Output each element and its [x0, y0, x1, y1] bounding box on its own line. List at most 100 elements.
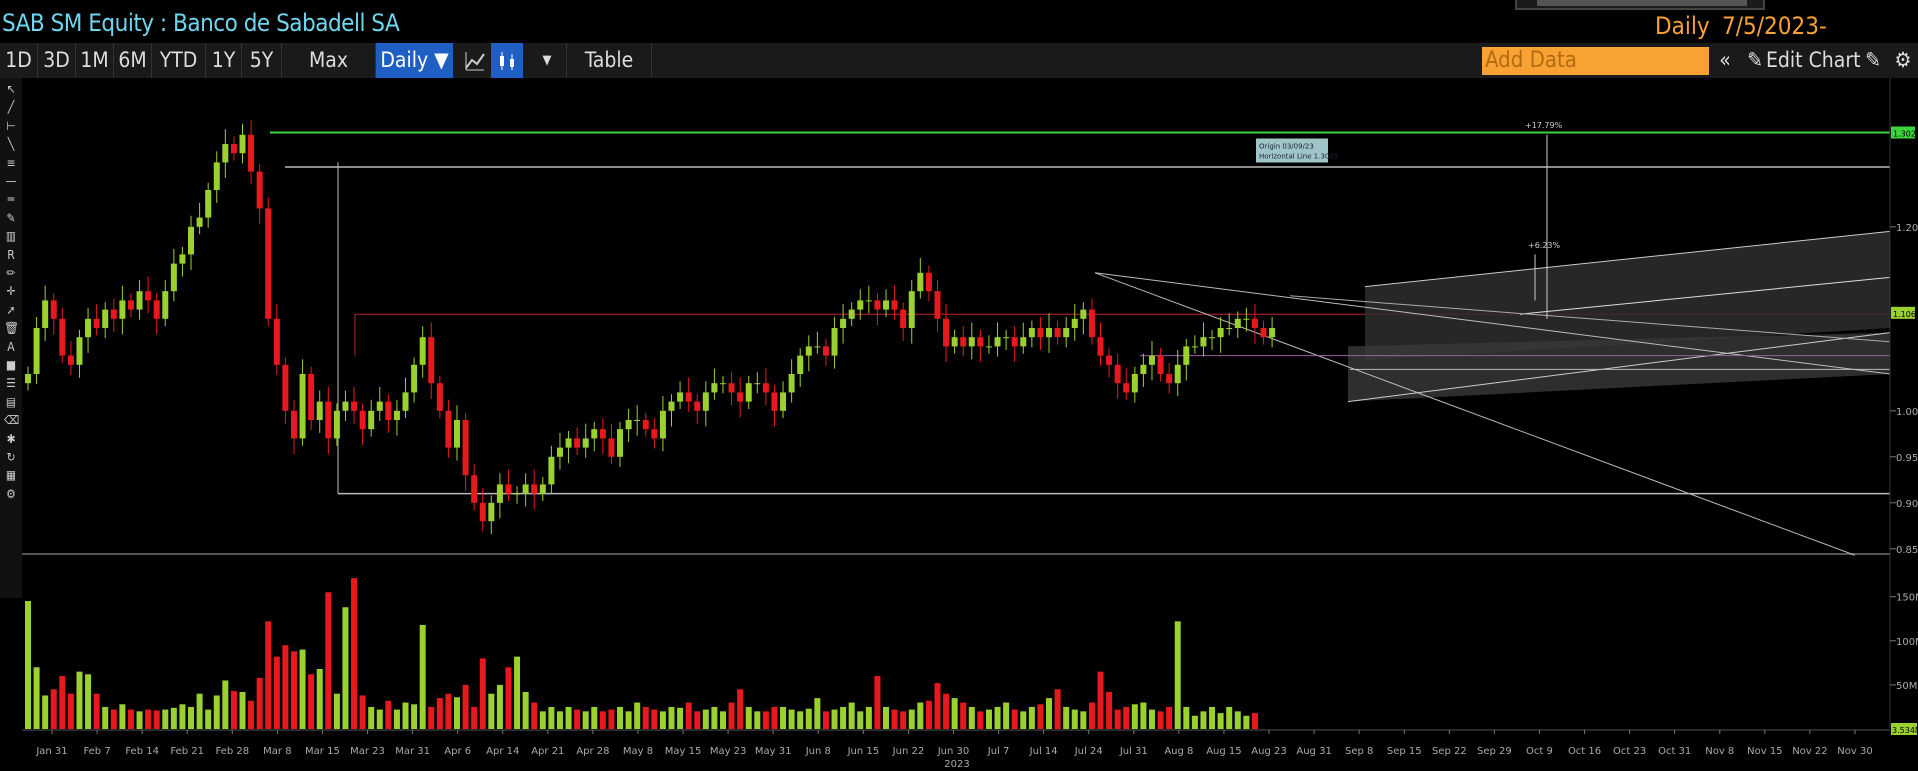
volume-bar: [67, 693, 74, 729]
mini-scrollbar-thumb[interactable]: [1537, 0, 1747, 6]
volume-tick-label: 150M: [1896, 593, 1918, 604]
volume-bar: [1037, 704, 1044, 729]
candle-body: [299, 374, 306, 439]
line-chart-icon[interactable]: [460, 43, 490, 78]
period-5y-button[interactable]: 5Y: [242, 43, 282, 78]
candle-body: [814, 346, 821, 348]
candle-body: [1140, 364, 1147, 374]
candle-body: [968, 337, 975, 347]
period-ytd-button[interactable]: YTD: [152, 43, 206, 78]
edit-icon[interactable]: ✎: [1858, 43, 1888, 78]
candle-body: [1003, 337, 1010, 339]
candle-body: [788, 374, 795, 393]
volume-bar: [977, 711, 984, 729]
volume-bar: [900, 711, 907, 729]
volume-bar: [617, 706, 624, 729]
drawing-overlays: +17.79% +6.23% Origin 03/09/23 Horizontal L…: [270, 121, 1918, 735]
volume-bar: [780, 706, 787, 729]
x-tick-label: Feb 28: [215, 746, 249, 757]
volume-bar: [411, 704, 418, 729]
price-tick-label: 0.95: [1896, 453, 1918, 464]
volume-bar: [196, 693, 203, 729]
volume-bar: [1063, 706, 1070, 729]
period-1m-button[interactable]: 1M: [76, 43, 114, 78]
period-1d-button[interactable]: 1D: [0, 43, 38, 78]
edit-chart-pencil-icon[interactable]: ✎: [1742, 43, 1768, 78]
candle-body: [33, 328, 40, 374]
edit-chart-button[interactable]: Edit Chart: [1766, 43, 1870, 78]
volume-bar: [25, 601, 31, 729]
security-title: SAB SM Equity : Banco de Sabadell SA: [2, 9, 400, 37]
volume-bar: [428, 706, 435, 729]
candle-body: [42, 300, 49, 328]
volume-bar: [316, 669, 323, 729]
chart-type-dropdown-icon[interactable]: ▼: [534, 43, 560, 78]
x-tick-label: Oct 9: [1526, 746, 1553, 757]
volume-bar: [1243, 715, 1250, 729]
period-1y-button[interactable]: 1Y: [206, 43, 242, 78]
volume-bar: [788, 709, 795, 729]
period-3d-button[interactable]: 3D: [38, 43, 76, 78]
period-6m-button[interactable]: 6M: [114, 43, 152, 78]
candle-body: [908, 291, 915, 328]
x-tick-label: Sep 8: [1345, 746, 1373, 757]
candle-body: [874, 300, 881, 310]
candle-body: [333, 410, 340, 439]
frequency-dropdown[interactable]: Daily ▼: [376, 43, 453, 78]
volume-bar: [1028, 706, 1035, 729]
candle-body: [1037, 328, 1044, 338]
volume-bar: [651, 709, 658, 729]
candle-body: [925, 272, 932, 292]
volume-bar: [1131, 704, 1138, 729]
gear-icon[interactable]: ⚙: [1888, 43, 1918, 78]
candlestick-icon[interactable]: [491, 43, 523, 78]
volume-bar: [239, 691, 246, 729]
x-tick-label: May 31: [755, 746, 792, 757]
volume-bar: [505, 667, 512, 729]
candle-body: [608, 438, 615, 457]
candle-body: [76, 337, 83, 365]
volume-bar: [805, 708, 812, 729]
volume-bar: [865, 706, 872, 729]
mini-scrollbar[interactable]: [1515, 0, 1765, 10]
x-tick-label: Aug 15: [1206, 746, 1241, 757]
x-tick-label: Sep 29: [1477, 746, 1512, 757]
candle-body: [67, 355, 74, 365]
x-tick-label: Feb 7: [83, 746, 110, 757]
volume-tick-label: 50M: [1896, 681, 1917, 692]
volume-bar: [213, 695, 220, 729]
volume-bar: [119, 704, 126, 729]
price-chart[interactable]: +17.79% +6.23% Origin 03/09/23 Horizontal L…: [0, 78, 1918, 771]
volume-bar: [248, 700, 255, 729]
candle-body: [428, 337, 435, 384]
candle-body: [917, 272, 924, 292]
x-tick-label: Feb 21: [170, 746, 204, 757]
candle-body: [376, 401, 383, 411]
x-tick-label: Jun 8: [805, 746, 831, 757]
add-data-input[interactable]: Add Data: [1482, 47, 1709, 75]
volume-bar: [822, 711, 829, 729]
candle-body: [1243, 318, 1250, 320]
candle-body: [883, 300, 889, 310]
candle-body: [316, 401, 323, 420]
candle-body: [951, 337, 958, 347]
price-tick-label: 0.85: [1896, 545, 1918, 556]
table-button[interactable]: Table: [566, 43, 652, 78]
period-max-button[interactable]: Max: [282, 43, 376, 78]
candle-body: [582, 438, 589, 448]
candle-body: [1088, 309, 1095, 338]
pct-high-label: +17.79%: [1525, 121, 1563, 130]
candle-body: [857, 300, 864, 310]
x-tick-label: Mar 8: [263, 746, 291, 757]
x-tick-label: Nov 8: [1705, 746, 1734, 757]
volume-bar: [719, 711, 726, 729]
candle-body: [711, 383, 718, 393]
candle-body: [1046, 328, 1053, 338]
volume-bar: [342, 607, 349, 729]
candle-body: [1131, 374, 1138, 393]
candle-body: [1200, 337, 1207, 347]
x-tick-label: Sep 15: [1387, 746, 1422, 757]
collapse-left-icon[interactable]: «: [1712, 43, 1738, 78]
x-tick-label: May 23: [710, 746, 747, 757]
volume-bar: [188, 706, 195, 729]
